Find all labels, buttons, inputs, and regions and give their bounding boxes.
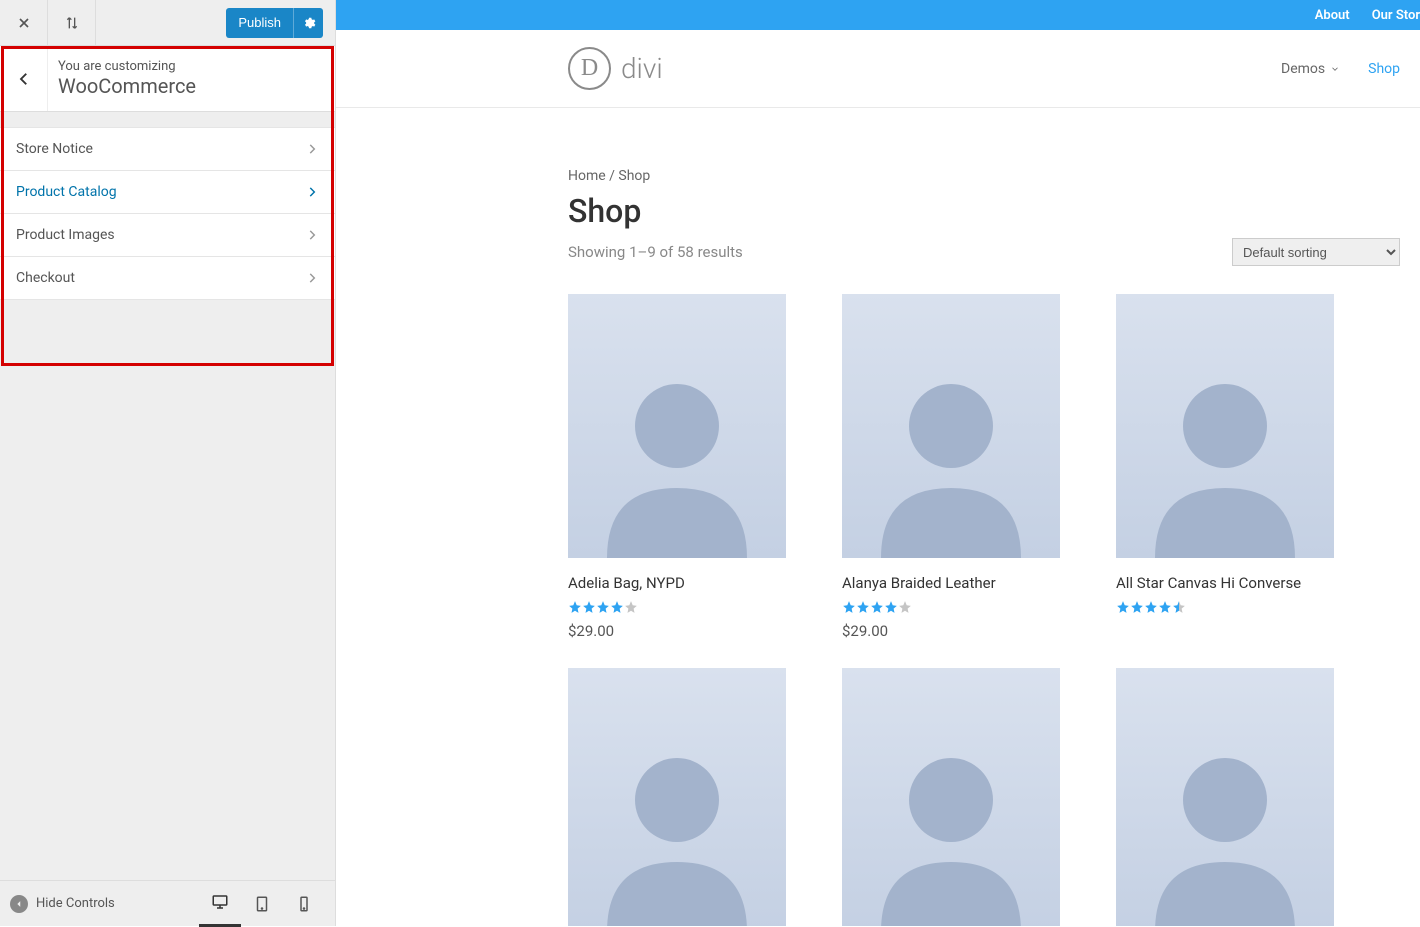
product-image: [568, 294, 786, 558]
sidebar-header: You are customizing WooCommerce: [0, 46, 335, 112]
back-button[interactable]: [0, 46, 48, 111]
logo-mark: D: [568, 47, 611, 90]
site-logo[interactable]: D divi: [568, 47, 663, 90]
product-card[interactable]: [1116, 668, 1334, 926]
topbar-link[interactable]: Our Stor: [1372, 8, 1420, 23]
product-card[interactable]: [842, 668, 1060, 926]
customizer-menu: Store Notice Product Catalog Product Image…: [0, 126, 335, 299]
menu-item-checkout[interactable]: Checkout: [0, 256, 335, 300]
product-image: [568, 668, 786, 926]
primary-menu: Demos Shop: [1281, 61, 1400, 77]
star-icon: [582, 600, 596, 614]
sort-select[interactable]: Default sorting: [1232, 238, 1400, 266]
star-icon: [568, 600, 582, 614]
menu-item-product-catalog[interactable]: Product Catalog: [0, 170, 335, 214]
star-icon: [1130, 600, 1144, 614]
gear-icon: [302, 16, 316, 30]
product-rating: [568, 600, 786, 614]
toggle-order-button[interactable]: [48, 0, 96, 46]
site-header: D divi Demos Shop: [336, 30, 1420, 108]
product-rating: [1116, 600, 1334, 614]
product-card[interactable]: Alanya Braided Leather $29.00: [842, 294, 1060, 640]
customizer-sidebar: Publish You are customizing WooCommerce …: [0, 0, 336, 926]
star-icon: [898, 600, 912, 614]
publish-settings-button[interactable]: [293, 8, 323, 38]
product-price: $29.00: [842, 622, 1060, 640]
menu-item-label: Checkout: [16, 270, 75, 286]
star-icon: [870, 600, 884, 614]
chevron-right-icon: [305, 228, 319, 242]
menu-item-label: Product Catalog: [16, 184, 117, 200]
product-image: [1116, 668, 1334, 926]
chevron-right-icon: [305, 271, 319, 285]
publish-button[interactable]: Publish: [226, 8, 323, 38]
product-card[interactable]: [568, 668, 786, 926]
star-half-icon: [1172, 600, 1186, 614]
star-icon: [1158, 600, 1172, 614]
preview-pane: About Our Stor D divi Demos Shop Home / S…: [336, 0, 1420, 926]
breadcrumb: Home / Shop: [568, 168, 1400, 184]
product-image: [1116, 294, 1334, 558]
menu-item-label: Product Images: [16, 227, 115, 243]
chevron-right-icon: [305, 142, 319, 156]
product-card[interactable]: All Star Canvas Hi Converse: [1116, 294, 1334, 640]
product-grid: Adelia Bag, NYPD$29.00Alanya Braided Lea…: [568, 294, 1400, 926]
placeholder-avatar-icon: [1140, 722, 1310, 926]
sidebar-footer: Hide Controls: [0, 880, 335, 926]
result-count: Showing 1–9 of 58 results: [568, 243, 743, 261]
device-tablet-button[interactable]: [241, 881, 283, 927]
star-icon: [610, 600, 624, 614]
star-icon: [884, 600, 898, 614]
star-icon: [842, 600, 856, 614]
nav-item-shop[interactable]: Shop: [1368, 61, 1400, 77]
placeholder-avatar-icon: [866, 348, 1036, 558]
chevron-down-icon: [1330, 64, 1340, 74]
star-icon: [624, 600, 638, 614]
customizing-label: You are customizing: [58, 59, 196, 74]
star-icon: [596, 600, 610, 614]
device-mobile-button[interactable]: [283, 881, 325, 927]
page-title: Shop: [568, 192, 1400, 230]
placeholder-avatar-icon: [592, 348, 762, 558]
product-title: Adelia Bag, NYPD: [568, 574, 786, 592]
section-title: WooCommerce: [58, 74, 196, 98]
product-image: [842, 294, 1060, 558]
star-icon: [1144, 600, 1158, 614]
secondary-menu: About Our Stor: [336, 0, 1420, 30]
product-rating: [842, 600, 1060, 614]
product-image: [842, 668, 1060, 926]
menu-item-product-images[interactable]: Product Images: [0, 213, 335, 257]
hide-controls-label: Hide Controls: [36, 896, 115, 911]
product-title: Alanya Braided Leather: [842, 574, 1060, 592]
nav-item-demos[interactable]: Demos: [1281, 61, 1340, 77]
chevron-left-icon: [15, 70, 33, 88]
close-icon: [16, 15, 32, 31]
device-desktop-button[interactable]: [199, 881, 241, 927]
publish-label: Publish: [226, 8, 293, 38]
close-button[interactable]: [0, 0, 48, 46]
logo-text: divi: [621, 52, 663, 85]
topbar-link[interactable]: About: [1315, 8, 1350, 23]
tablet-icon: [253, 895, 271, 913]
sidebar-top-bar: Publish: [0, 0, 335, 46]
menu-item-store-notice[interactable]: Store Notice: [0, 127, 335, 171]
product-title: All Star Canvas Hi Converse: [1116, 574, 1334, 592]
placeholder-avatar-icon: [592, 722, 762, 926]
desktop-icon: [211, 893, 229, 911]
chevron-right-icon: [305, 185, 319, 199]
placeholder-avatar-icon: [1140, 348, 1310, 558]
product-price: $29.00: [568, 622, 786, 640]
mobile-icon: [295, 895, 313, 913]
star-icon: [856, 600, 870, 614]
star-icon: [1116, 600, 1130, 614]
placeholder-avatar-icon: [866, 722, 1036, 926]
menu-item-label: Store Notice: [16, 141, 93, 157]
sort-icon: [64, 15, 80, 31]
collapse-icon: [10, 895, 28, 913]
hide-controls-button[interactable]: Hide Controls: [10, 895, 115, 913]
product-card[interactable]: Adelia Bag, NYPD $29.00: [568, 294, 786, 640]
